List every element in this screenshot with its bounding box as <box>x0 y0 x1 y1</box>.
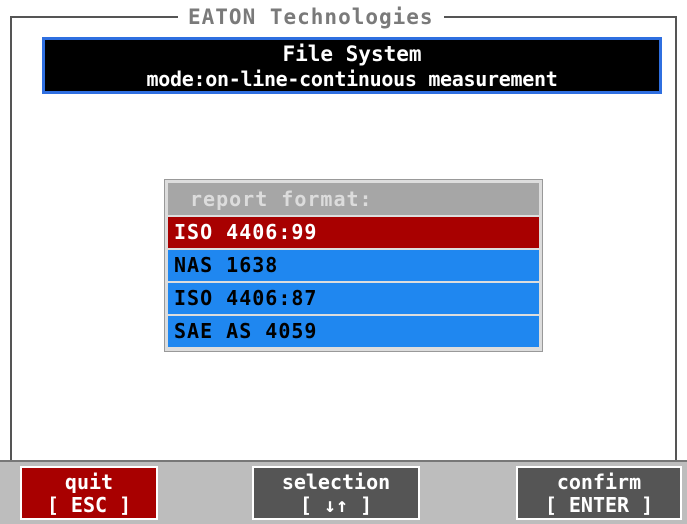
page-title: File System <box>282 42 422 66</box>
title-panel: File System mode:on-line-continuous meas… <box>42 37 662 94</box>
selection-key: [ ↓↑ ] <box>299 493 373 517</box>
confirm-key: [ ENTER ] <box>544 493 654 517</box>
quit-label: quit <box>64 470 114 494</box>
selection-button[interactable]: selection [ ↓↑ ] <box>252 466 420 520</box>
option-iso-4406-99[interactable]: ISO 4406:99 <box>168 217 539 248</box>
confirm-label: confirm <box>556 470 642 494</box>
confirm-button[interactable]: confirm [ ENTER ] <box>516 466 682 520</box>
report-format-label: report format: <box>168 183 539 215</box>
quit-button[interactable]: quit [ ESC ] <box>20 466 158 520</box>
option-sae-as-4059[interactable]: SAE AS 4059 <box>168 316 539 347</box>
function-key-bar: quit [ ESC ] selection [ ↓↑ ] confirm [ … <box>0 460 687 524</box>
quit-key: [ ESC ] <box>46 493 132 517</box>
report-format-menu: report format: ISO 4406:99 NAS 1638 ISO … <box>164 179 543 352</box>
mode-status: mode:on-line-continuous measurement <box>146 67 558 91</box>
option-iso-4406-87[interactable]: ISO 4406:87 <box>168 283 539 314</box>
option-nas-1638[interactable]: NAS 1638 <box>168 250 539 281</box>
selection-label: selection <box>281 470 391 494</box>
brand-title: EATON Technologies <box>178 4 444 30</box>
